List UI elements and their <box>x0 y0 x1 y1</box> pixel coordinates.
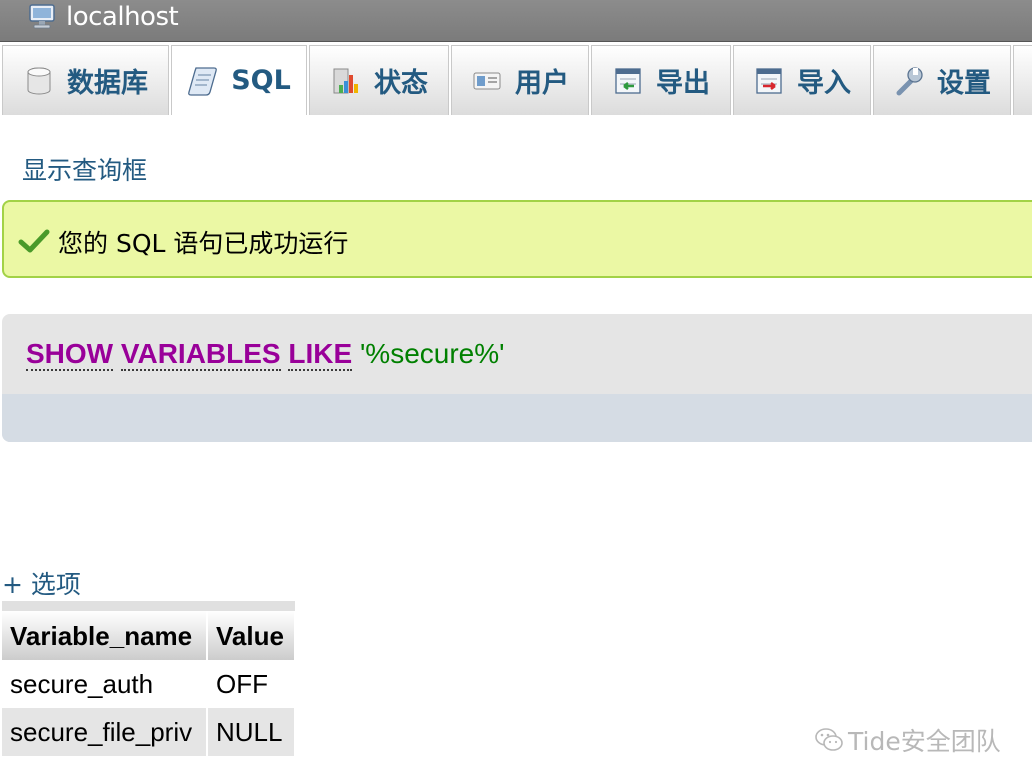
tab-import[interactable]: 导入 <box>733 45 871 115</box>
tab-label: 数据库 <box>67 68 148 99</box>
options-link[interactable]: + 选项 <box>2 565 81 601</box>
checkmark-icon <box>18 229 50 253</box>
tab-label: 状态 <box>374 68 428 99</box>
sql-keyword-show[interactable]: SHOW <box>26 338 114 371</box>
server-title[interactable]: localhost <box>66 2 179 32</box>
table-top-strip <box>2 601 295 611</box>
cell-variable-name: secure_auth <box>2 660 208 708</box>
tab-status[interactable]: 状态 <box>309 45 449 115</box>
wrench-icon <box>896 66 923 95</box>
tab-label: 设置 <box>937 68 991 99</box>
success-message: 您的 SQL 语句已成功运行 <box>2 200 1032 278</box>
column-header-value[interactable]: Value <box>207 611 296 660</box>
result-table: Variable_name Value secure_auth OFF secu… <box>2 601 296 756</box>
wechat-icon <box>815 728 843 751</box>
export-icon <box>615 67 641 94</box>
users-card-icon <box>473 72 501 89</box>
sql-scroll-icon <box>188 66 218 96</box>
server-icon <box>29 4 55 29</box>
table-header-row: Variable_name Value <box>2 611 296 660</box>
tab-users[interactable]: 用户 <box>451 45 589 115</box>
sql-keyword-variables[interactable]: VARIABLES <box>120 338 281 371</box>
tab-more[interactable] <box>1013 45 1032 115</box>
top-tab-bar: 数据库 SQL 状态 用户 导出 导入 设置 <box>0 43 1032 115</box>
watermark: Tide安全团队 <box>814 722 1001 758</box>
tab-settings[interactable]: 设置 <box>873 45 1011 115</box>
tab-export[interactable]: 导出 <box>591 45 731 115</box>
tab-label: SQL <box>231 65 291 96</box>
sql-query-text: SHOW VARIABLES LIKE '%secure%' <box>26 338 505 371</box>
show-query-box-link[interactable]: 显示查询框 <box>22 151 147 187</box>
tab-label: 用户 <box>515 68 569 99</box>
tab-databases[interactable]: 数据库 <box>2 45 169 115</box>
tab-label: 导出 <box>656 68 710 99</box>
sql-keyword-like[interactable]: LIKE <box>288 338 353 371</box>
database-icon <box>27 67 51 94</box>
watermark-text: Tide安全团队 <box>848 727 1001 756</box>
status-chart-icon <box>333 68 358 93</box>
tab-sql[interactable]: SQL <box>171 45 307 115</box>
sql-query-toolbar <box>2 394 1032 442</box>
sql-query-box: SHOW VARIABLES LIKE '%secure%' <box>2 314 1032 442</box>
table-row: secure_auth OFF <box>2 660 296 708</box>
window-titlebar: localhost <box>0 0 1032 42</box>
success-text: 您的 SQL 语句已成功运行 <box>58 229 349 258</box>
column-header-variable-name[interactable]: Variable_name <box>2 611 208 660</box>
cell-value: NULL <box>207 708 296 756</box>
import-icon <box>756 67 782 94</box>
table-row: secure_file_priv NULL <box>2 708 296 756</box>
cell-value: OFF <box>207 660 296 708</box>
cell-variable-name: secure_file_priv <box>2 708 208 756</box>
sql-string-literal: '%secure%' <box>359 338 505 369</box>
tab-label: 导入 <box>797 68 851 99</box>
